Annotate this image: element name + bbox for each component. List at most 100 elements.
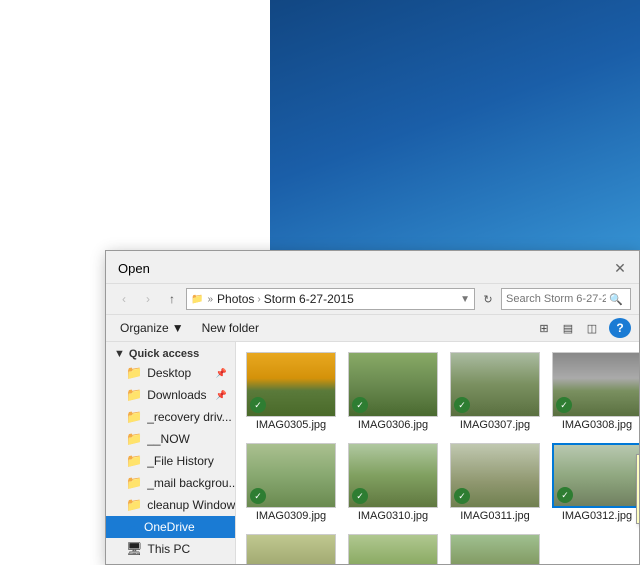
sidebar-item-file-history[interactable]: 📁 _File History: [106, 450, 235, 472]
search-icon: 🔍: [609, 293, 623, 306]
file-check-0308: ✓: [556, 397, 572, 413]
file-check-0306: ✓: [352, 397, 368, 413]
dialog-body: ▼ Quick access 📁 Desktop 📌 📁 Downloads 📌…: [106, 342, 639, 564]
view-preview-button[interactable]: ◫: [581, 318, 603, 338]
address-expand-arrow: ▼: [460, 294, 470, 305]
address-bar[interactable]: 📁 » Photos › Storm 6-27-2015 ▼: [186, 288, 475, 310]
file-check-0309: ✓: [250, 488, 266, 504]
file-thumbnail-0312: ✓: [552, 443, 639, 508]
file-item-0310[interactable]: ✓ IMAG0310.jpg: [344, 439, 442, 526]
file-thumbnail-0315: ✓: [450, 534, 540, 564]
file-check-0307: ✓: [454, 397, 470, 413]
file-name-0306: IMAG0306.jpg: [358, 419, 428, 431]
file-name-0305: IMAG0305.jpg: [256, 419, 326, 431]
file-thumbnail-0308: ✓: [552, 352, 639, 417]
file-thumbnail-0310: ✓: [348, 443, 438, 508]
file-check-0311: ✓: [454, 488, 470, 504]
search-input[interactable]: [506, 293, 606, 305]
address-dropdown-arrow: »: [207, 294, 213, 305]
organize-button[interactable]: Organize ▼: [114, 319, 190, 337]
file-item-0313[interactable]: ✓ IMAG0313.jpg: [242, 530, 340, 564]
sidebar-item-now[interactable]: 📁 __NOW: [106, 428, 235, 450]
file-name-0309: IMAG0309.jpg: [256, 510, 326, 522]
sidebar-item-cleanup[interactable]: 📁 cleanup Window...: [106, 494, 235, 516]
dialog-close-button[interactable]: ✕: [611, 259, 629, 277]
onedrive-icon: ☁: [126, 519, 139, 535]
nav-forward-button[interactable]: ›: [138, 289, 158, 309]
file-item-0305[interactable]: ✓ IMAG0305.jpg: [242, 348, 340, 435]
help-button[interactable]: ?: [609, 318, 631, 338]
file-thumbnail-0309: ✓: [246, 443, 336, 508]
mail-folder-icon: 📁: [126, 475, 142, 491]
file-thumbnail-0305: ✓: [246, 352, 336, 417]
path-folder: Storm 6-27-2015: [264, 292, 354, 306]
file-thumbnail-0313: ✓: [246, 534, 336, 564]
file-name-0311: IMAG0311.jpg: [460, 510, 530, 522]
quick-access-arrow: ▼: [114, 348, 125, 360]
file-name-0310: IMAG0310.jpg: [358, 510, 428, 522]
file-item-0314[interactable]: ✓ IMAG0314.jpg: [344, 530, 442, 564]
recovery-folder-icon: 📁: [126, 409, 142, 425]
sidebar-item-label: This PC: [148, 542, 191, 556]
file-name-0308: IMAG0308.jpg: [562, 419, 632, 431]
file-item-0315[interactable]: ✓ IMAG0315.jpg: [446, 530, 544, 564]
pin-icon: 📌: [216, 390, 227, 401]
dialog-nav-toolbar: ‹ › ↑ 📁 » Photos › Storm 6-27-2015 ▼ ↻ 🔍: [106, 284, 639, 315]
sidebar-item-recovery[interactable]: 📁 _recovery driv...: [106, 406, 235, 428]
sidebar-item-label: _File History: [147, 454, 214, 468]
organize-arrow: ▼: [172, 321, 184, 335]
sidebar-item-label: cleanup Window...: [147, 498, 235, 512]
file-check-0310: ✓: [352, 488, 368, 504]
file-item-0307[interactable]: ✓ IMAG0307.jpg: [446, 348, 544, 435]
new-folder-button[interactable]: New folder: [196, 319, 265, 337]
sidebar-item-downloads[interactable]: 📁 Downloads 📌: [106, 384, 235, 406]
open-dialog: Open ✕ ‹ › ↑ 📁 » Photos › Storm 6-27-201…: [105, 250, 640, 565]
dialog-sidebar: ▼ Quick access 📁 Desktop 📌 📁 Downloads 📌…: [106, 342, 236, 564]
search-box[interactable]: 🔍: [501, 288, 631, 310]
downloads-folder-icon: 📁: [126, 387, 142, 403]
view-details-button[interactable]: ▤: [557, 318, 579, 338]
file-check-0305: ✓: [250, 397, 266, 413]
dialog-files-area: ✓ IMAG0305.jpg ✓ IMAG0306.jpg ✓ IMAG0307…: [236, 342, 639, 564]
sidebar-item-label: _recovery driv...: [147, 410, 231, 424]
quick-access-label: Quick access: [129, 348, 199, 360]
file-thumbnail-0306: ✓: [348, 352, 438, 417]
view-large-icons-button[interactable]: ⊞: [533, 318, 555, 338]
nav-back-button[interactable]: ‹: [114, 289, 134, 309]
file-thumbnail-0314: ✓: [348, 534, 438, 564]
cleanup-folder-icon: 📁: [126, 497, 142, 513]
sidebar-item-desktop[interactable]: 📁 Desktop 📌: [106, 362, 235, 384]
file-item-0309[interactable]: ✓ IMAG0309.jpg: [242, 439, 340, 526]
history-folder-icon: 📁: [126, 453, 142, 469]
address-path: Photos › Storm 6-27-2015: [217, 292, 354, 306]
view-buttons: ⊞ ▤ ◫: [533, 318, 603, 338]
sidebar-item-label: Desktop: [147, 366, 191, 380]
pc-icon: 🖥: [126, 541, 143, 557]
sidebar-item-label: Downloads: [147, 388, 206, 402]
sidebar-item-label: __NOW: [147, 432, 190, 446]
file-tooltip-0312: 6/27/2015 3:55 P... Located 2688 x 1520 …: [636, 454, 639, 524]
file-name-0312: IMAG0312.jpg: [562, 510, 632, 522]
file-item-0311[interactable]: ✓ IMAG0311.jpg: [446, 439, 544, 526]
file-item-0308[interactable]: ✓ IMAG0308.jpg: [548, 348, 639, 435]
dialog-organize-toolbar: Organize ▼ New folder ⊞ ▤ ◫ ?: [106, 315, 639, 342]
sidebar-item-label: _mail backgrou...: [147, 476, 235, 490]
address-folder-icon: 📁: [191, 294, 203, 305]
file-item-0306[interactable]: ✓ IMAG0306.jpg: [344, 348, 442, 435]
file-thumbnail-0307: ✓: [450, 352, 540, 417]
quick-access-header[interactable]: ▼ Quick access: [106, 346, 235, 362]
path-root: Photos: [217, 292, 254, 306]
pin-icon: 📌: [216, 368, 227, 379]
sidebar-item-mail-bg[interactable]: 📁 _mail backgrou...: [106, 472, 235, 494]
file-check-0312: ✓: [557, 487, 573, 503]
refresh-button[interactable]: ↻: [479, 290, 497, 308]
file-name-0307: IMAG0307.jpg: [460, 419, 530, 431]
file-item-0312[interactable]: ✓ IMAG0312.jpg 6/27/2015 3:55 P... Locat…: [548, 439, 639, 526]
now-folder-icon: 📁: [126, 431, 142, 447]
organize-label: Organize: [120, 321, 169, 335]
sidebar-item-onedrive[interactable]: ☁ OneDrive: [106, 516, 235, 538]
path-separator-1: ›: [257, 294, 260, 305]
file-thumbnail-0311: ✓: [450, 443, 540, 508]
sidebar-item-this-pc[interactable]: 🖥 This PC: [106, 538, 235, 560]
nav-up-button[interactable]: ↑: [162, 289, 182, 309]
